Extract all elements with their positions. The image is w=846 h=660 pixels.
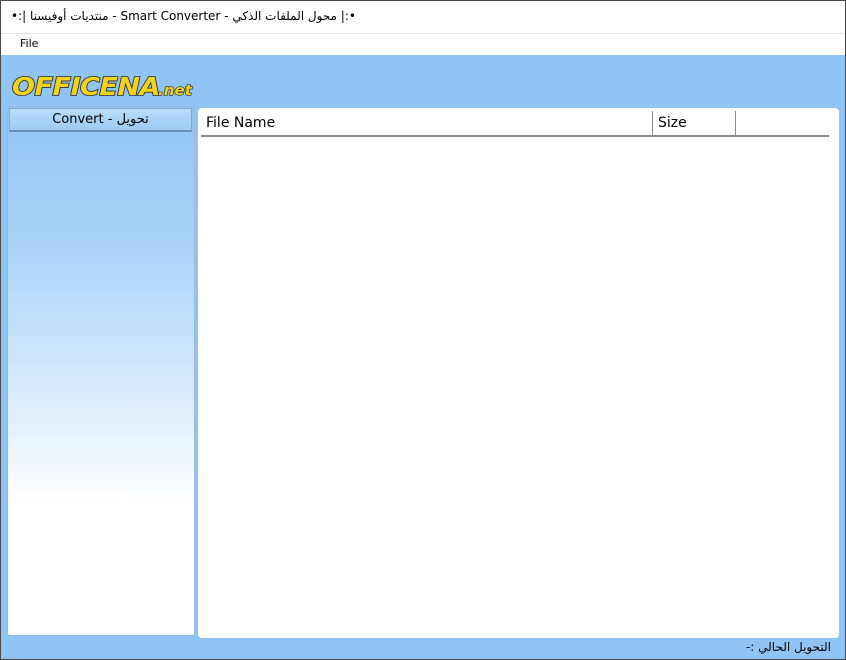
current-conversion-label: التحويل الحالي :- xyxy=(745,640,831,654)
logo-suffix: .net xyxy=(158,83,193,99)
column-header-file-name[interactable]: File Name xyxy=(201,111,653,135)
menu-file[interactable]: File xyxy=(13,36,45,51)
app-window: •:| محول الملفات الذكي - Smart Converter… xyxy=(0,0,846,660)
menu-bar: File xyxy=(1,34,845,54)
column-header-size[interactable]: Size xyxy=(653,111,736,135)
convert-button[interactable]: Convert - تحويل xyxy=(9,108,192,132)
file-list-header: File Name Size xyxy=(201,111,829,137)
logo-text: OFFICENA xyxy=(12,72,160,101)
window-title: •:| محول الملفات الذكي - Smart Converter… xyxy=(11,9,356,23)
officena-logo: OFFICENA .net xyxy=(11,71,194,101)
sidebar-panel: Convert - تحويل xyxy=(7,106,195,636)
workspace: OFFICENA .net Convert - تحويل File Name … xyxy=(1,55,845,659)
status-bar: التحويل الحالي :- xyxy=(1,637,845,659)
file-list-panel[interactable]: File Name Size xyxy=(198,108,839,638)
title-bar: •:| محول الملفات الذكي - Smart Converter… xyxy=(1,1,845,34)
